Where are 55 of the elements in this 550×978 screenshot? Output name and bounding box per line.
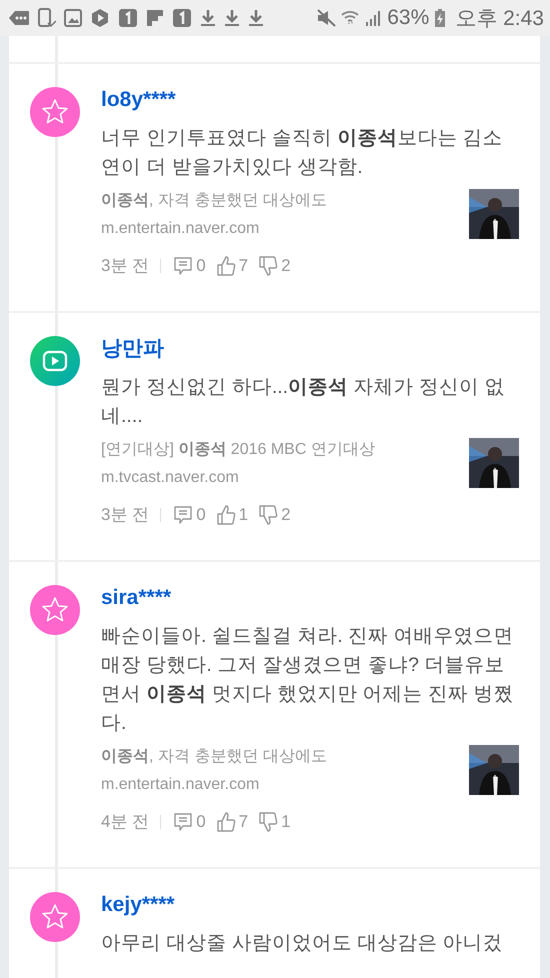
dislike-count: 1 [281, 811, 291, 833]
timestamp: 4분 전 [101, 811, 150, 833]
dislike-count: 2 [281, 255, 291, 277]
flag-icon [146, 9, 164, 27]
more-icon [8, 10, 30, 26]
battery-icon [434, 8, 446, 28]
app-badge-icon [118, 8, 138, 28]
play-icon [90, 8, 110, 28]
thumbs-up-icon[interactable] [216, 811, 236, 833]
link-title[interactable]: 이종석, 자격 충분했던 대상에도 [101, 187, 327, 215]
username-link[interactable]: sira**** [101, 584, 172, 612]
link-title[interactable]: [연기대상] 이종석 2016 MBC 연기대상 [101, 436, 375, 464]
like-count: 1 [238, 504, 248, 526]
dislike-count: 2 [281, 504, 291, 526]
link-url[interactable]: m.entertain.naver.com [101, 215, 260, 243]
star-avatar-icon [30, 585, 80, 635]
reply-count: 0 [196, 504, 206, 526]
mute-icon [316, 9, 336, 27]
thumbs-down-icon[interactable] [258, 255, 278, 277]
play-avatar-icon [30, 336, 80, 386]
comment-icon[interactable] [173, 812, 194, 832]
like-count: 7 [238, 811, 248, 833]
like-count: 7 [238, 255, 248, 277]
reply-count: 0 [196, 255, 206, 277]
thumbs-up-icon[interactable] [216, 255, 236, 277]
comment-text: 너무 인기투표였다 솔직히 이종석보다는 김소연이 더 받을가치있다 생각함. [101, 126, 504, 180]
username-link[interactable]: 낭만파 [101, 335, 164, 363]
link-title[interactable]: 이종석, 자격 충분했던 대상에도 [101, 743, 327, 771]
reply-count: 0 [196, 811, 206, 833]
download-icon [200, 9, 216, 27]
download-icon [224, 9, 240, 27]
thumbs-down-icon[interactable] [258, 811, 278, 833]
wifi-icon [341, 9, 360, 27]
image-icon [64, 9, 82, 27]
thumbs-down-icon[interactable] [258, 504, 278, 526]
comment-text: 뭔가 정신없긴 하다...이종석 자체가 정신이 없네.... [101, 375, 506, 429]
comment-icon[interactable] [173, 256, 194, 276]
star-avatar-icon [30, 87, 80, 137]
comment-text: 빠순이들아. 쉴드칠걸 쳐라. 진짜 여배우였으면 매장 당했다. 그저 잘생겼으면 좋냐? 더블유보면서 이종석 멋지다 했었지만 어제는 진짜 벙쪘다. [101, 624, 515, 736]
comment-icon[interactable] [173, 505, 194, 525]
link-url[interactable]: m.tvcast.naver.com [101, 464, 239, 492]
thumbs-up-icon[interactable] [216, 504, 236, 526]
battery-percent: 63% [387, 6, 430, 30]
username-link[interactable]: kejy**** [101, 891, 175, 919]
download-icon [248, 9, 264, 27]
signal-icon [364, 9, 382, 27]
comment-text: 아무리 대상줄 사람이었어도 대상감은 아니겄 [101, 931, 504, 956]
tablet-check-icon [38, 8, 56, 28]
star-avatar-icon [30, 892, 80, 942]
link-url[interactable]: m.entertain.naver.com [101, 771, 260, 799]
app-badge-icon [172, 8, 192, 28]
timestamp: 3분 전 [101, 504, 150, 526]
clock: 오후 2:43 [455, 6, 544, 32]
username-link[interactable]: lo8y**** [101, 86, 176, 114]
timestamp: 3분 전 [101, 255, 150, 277]
